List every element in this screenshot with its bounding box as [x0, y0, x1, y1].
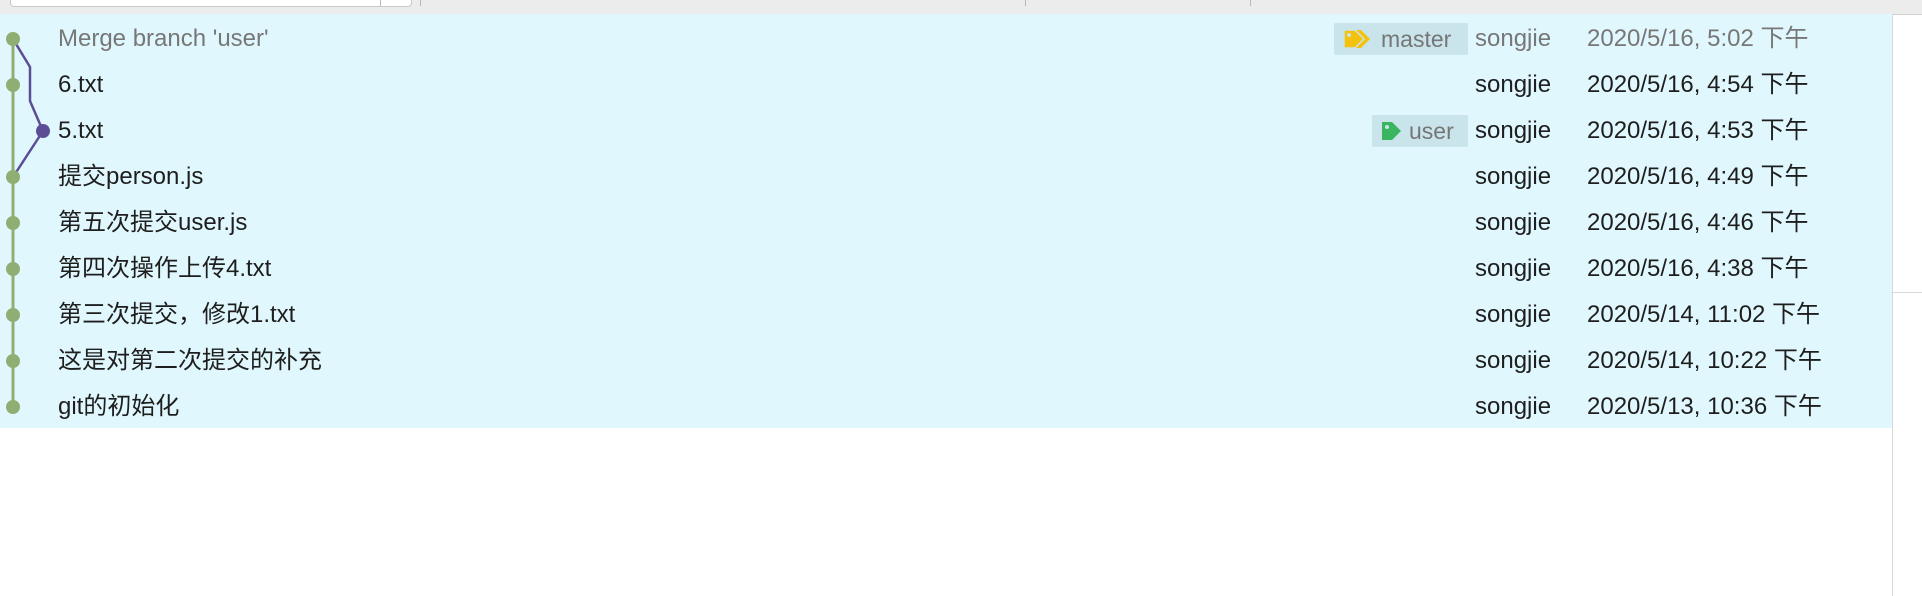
- toolbar-divider: [1250, 0, 1251, 6]
- commit-history-list: Merge branch 'user' master songjie 2020/5/1…: [0, 14, 1892, 428]
- commit-message: 第四次操作上传4.txt: [58, 255, 272, 282]
- commit-message: 5.txt: [58, 117, 104, 144]
- scrollbar-track[interactable]: [1892, 14, 1893, 596]
- commit-row[interactable]: 这是对第二次提交的补充 songjie 2020/5/14, 10:22 下午: [0, 338, 1892, 384]
- scrollbar-divider: [1893, 292, 1922, 293]
- commit-author: songjie: [1475, 71, 1552, 98]
- commit-author: songjie: [1475, 163, 1552, 190]
- commit-author: songjie: [1475, 25, 1552, 52]
- commit-date: 2020/5/16, 4:49 下午: [1587, 163, 1809, 190]
- commit-author: songjie: [1475, 255, 1552, 282]
- toolbar-divider: [380, 0, 381, 6]
- commit-message: git的初始化: [58, 393, 180, 420]
- commit-author: songjie: [1475, 209, 1552, 236]
- toolbar-divider: [420, 0, 421, 6]
- branch-ref-label: user: [1409, 117, 1454, 144]
- commit-author: songjie: [1475, 347, 1552, 374]
- commit-message: 第五次提交user.js: [58, 209, 248, 236]
- commit-author: songjie: [1475, 393, 1552, 420]
- commit-message: 6.txt: [58, 71, 104, 98]
- commit-date: 2020/5/13, 10:36 下午: [1587, 393, 1822, 420]
- tags-icon: [1341, 28, 1375, 50]
- branch-ref-badge[interactable]: master: [1334, 23, 1468, 55]
- commit-date: 2020/5/16, 4:53 下午: [1587, 117, 1809, 144]
- commit-row[interactable]: 提交person.js songjie 2020/5/16, 4:49 下午: [0, 154, 1892, 200]
- commit-author: songjie: [1475, 117, 1552, 144]
- commit-date: 2020/5/16, 4:46 下午: [1587, 209, 1809, 236]
- commit-message: 第三次提交，修改1.txt: [58, 301, 296, 328]
- toolbar-strip: [0, 0, 1922, 15]
- commit-row[interactable]: Merge branch 'user' master songjie 2020/5/1…: [0, 16, 1892, 62]
- commit-row[interactable]: 第五次提交user.js songjie 2020/5/16, 4:46 下午: [0, 200, 1892, 246]
- commit-message: Merge branch 'user': [58, 25, 269, 52]
- commit-date: 2020/5/14, 11:02 下午: [1587, 301, 1821, 328]
- tag-icon: [1379, 120, 1403, 142]
- commit-row[interactable]: git的初始化 songjie 2020/5/13, 10:36 下午: [0, 384, 1892, 430]
- commit-date: 2020/5/14, 10:22 下午: [1587, 347, 1822, 374]
- toolbar-field[interactable]: [10, 0, 412, 7]
- branch-ref-label: master: [1381, 25, 1452, 52]
- branch-ref-badge[interactable]: user: [1372, 115, 1468, 147]
- git-history-window: Merge branch 'user' master songjie 2020/5/1…: [0, 0, 1922, 596]
- commit-row[interactable]: 5.txt user songjie 2020/5/16, 4:53 下午: [0, 108, 1892, 154]
- commit-row[interactable]: 第四次操作上传4.txt songjie 2020/5/16, 4:38 下午: [0, 246, 1892, 292]
- commit-message: 这是对第二次提交的补充: [58, 347, 322, 374]
- commit-row[interactable]: 6.txt songjie 2020/5/16, 4:54 下午: [0, 62, 1892, 108]
- commit-message: 提交person.js: [58, 163, 204, 190]
- toolbar-divider: [1025, 0, 1026, 6]
- commit-date: 2020/5/16, 5:02 下午: [1587, 25, 1809, 52]
- commit-date: 2020/5/16, 4:54 下午: [1587, 71, 1809, 98]
- commit-row[interactable]: 第三次提交，修改1.txt songjie 2020/5/14, 11:02 下午: [0, 292, 1892, 338]
- commit-author: songjie: [1475, 301, 1552, 328]
- commit-date: 2020/5/16, 4:38 下午: [1587, 255, 1809, 282]
